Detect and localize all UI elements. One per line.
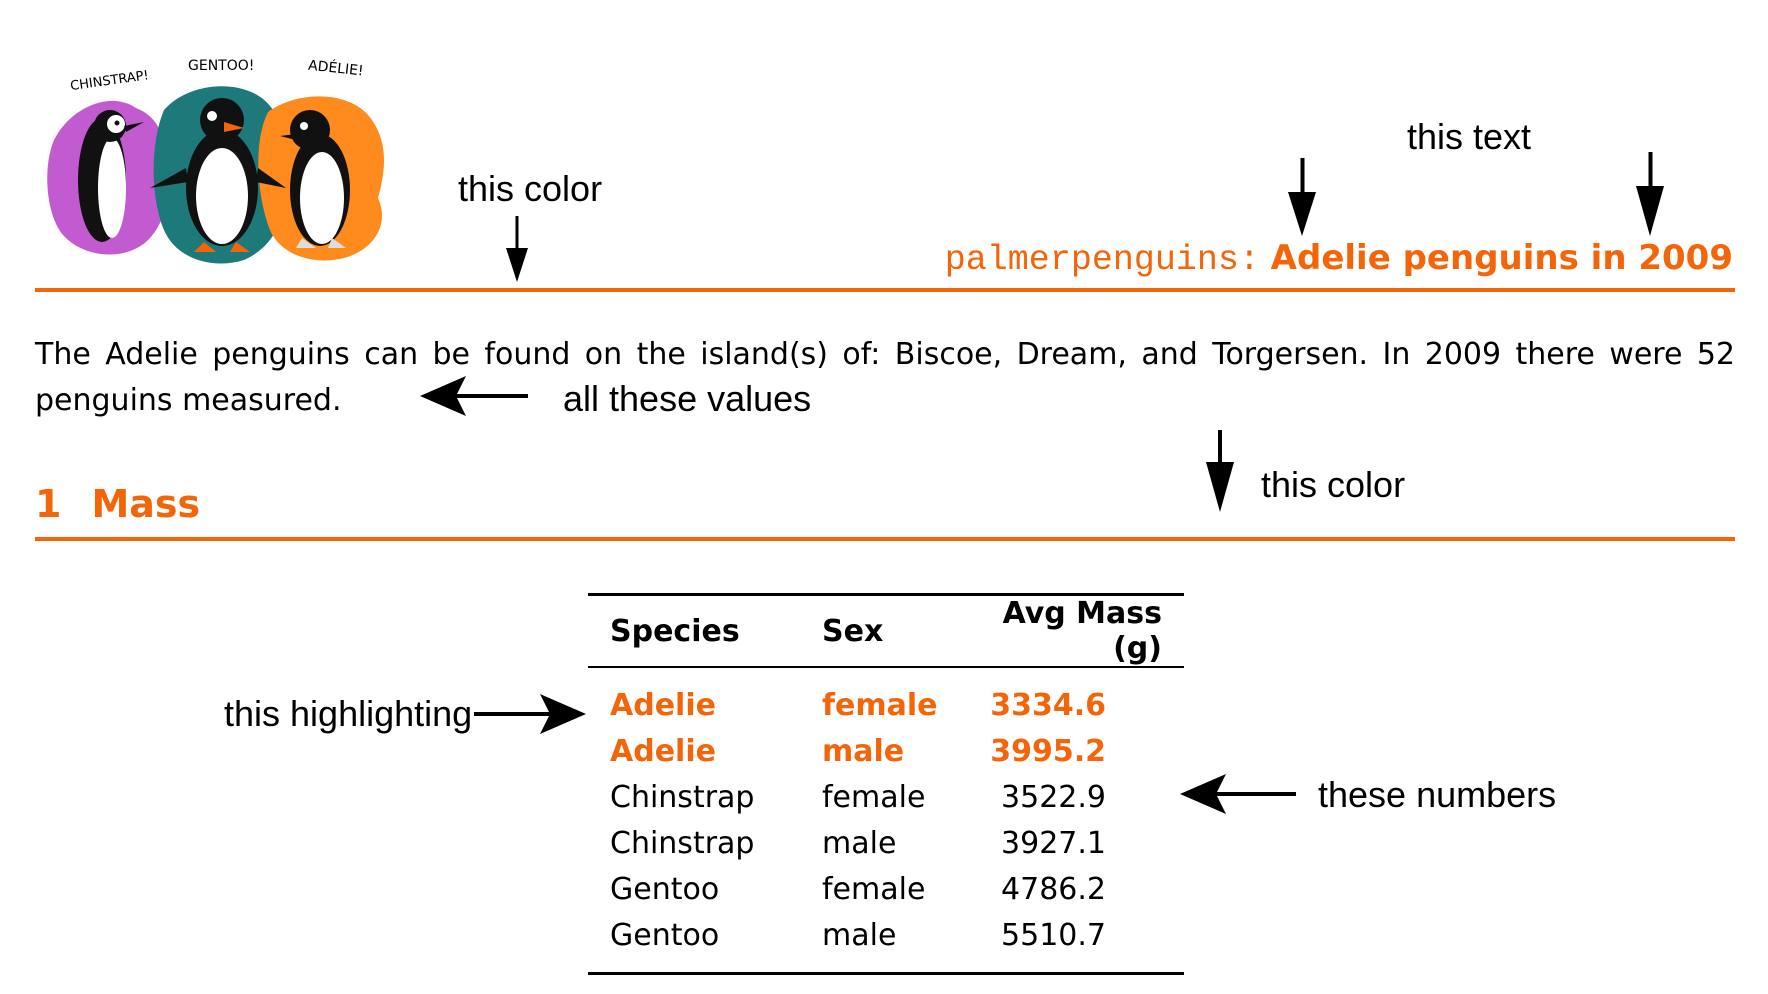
arrow-down-icon [1636, 152, 1664, 236]
arrow-right-icon [474, 694, 586, 734]
arrow-left-icon [1180, 774, 1296, 814]
annotation-arrows [420, 152, 1664, 814]
arrow-down-icon [1206, 430, 1234, 512]
arrow-left-icon [420, 376, 528, 416]
arrow-down-icon [1288, 158, 1316, 236]
arrow-down-icon [506, 216, 528, 282]
